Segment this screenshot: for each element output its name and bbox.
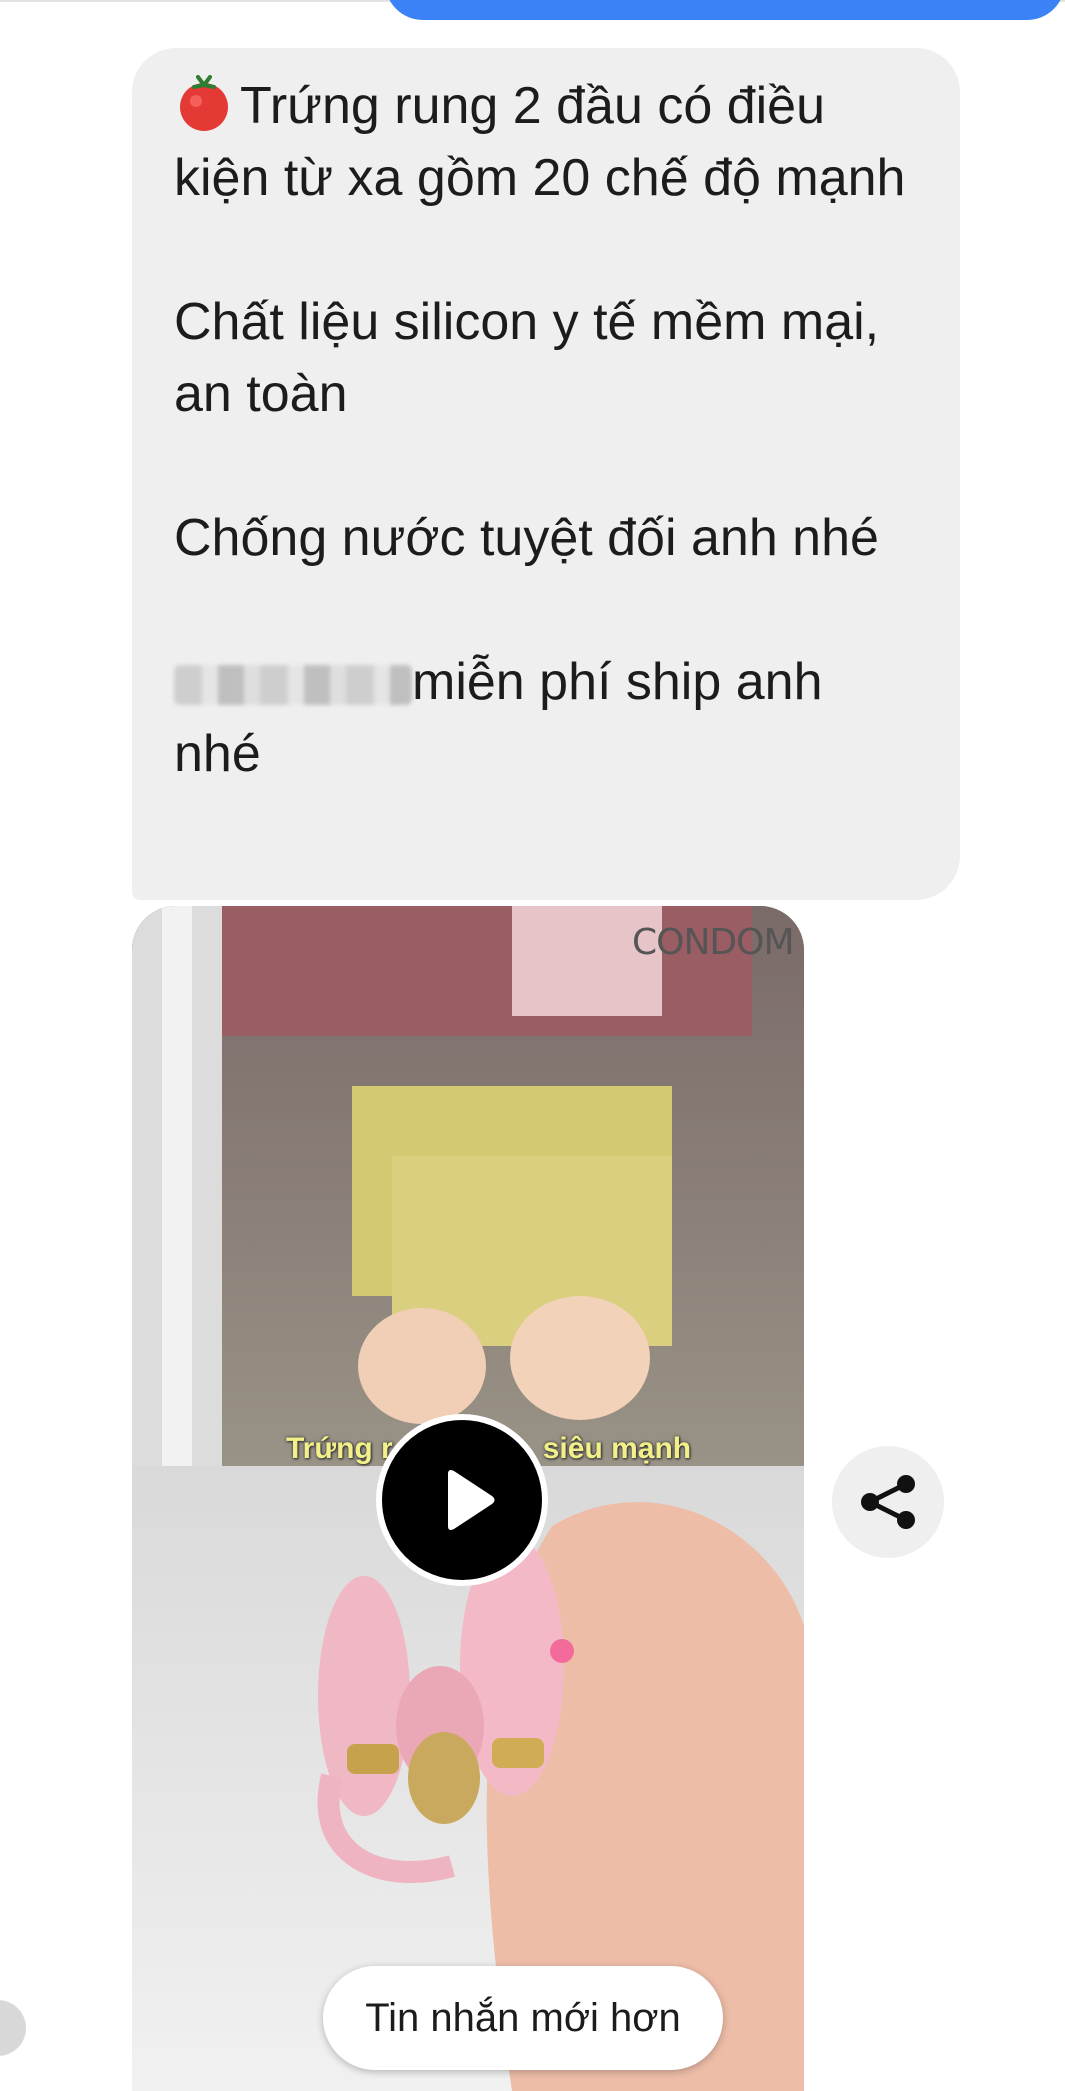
message-line-3: Chống nước tuyệt đối anh nhé xyxy=(174,509,879,567)
message-line-2: Chất liệu silicon y tế mềm mại, an toàn xyxy=(174,293,894,423)
message-line-1: Trứng rung 2 đầu có điều kiện từ xa gồm … xyxy=(174,70,920,214)
blurred-text xyxy=(174,665,412,705)
message-line-4: miễn phí ship anh nhé xyxy=(174,653,837,783)
condom-box-label: CONDOM xyxy=(632,922,795,963)
left-edge-avatar xyxy=(0,2000,26,2056)
newer-messages-button[interactable]: Tin nhắn mới hơn xyxy=(323,1966,723,2070)
share-button[interactable] xyxy=(832,1446,944,1558)
tomato-icon xyxy=(174,73,234,133)
play-icon xyxy=(448,1470,495,1530)
video-attachment[interactable]: CONDOM Trứng r siêu mạnh xyxy=(132,906,804,2091)
previous-sent-bubble[interactable] xyxy=(385,0,1065,20)
share-icon xyxy=(861,1475,915,1529)
received-message-bubble[interactable]: Trứng rung 2 đầu có điều kiện từ xa gồm … xyxy=(132,48,960,900)
play-button[interactable] xyxy=(376,1414,548,1586)
